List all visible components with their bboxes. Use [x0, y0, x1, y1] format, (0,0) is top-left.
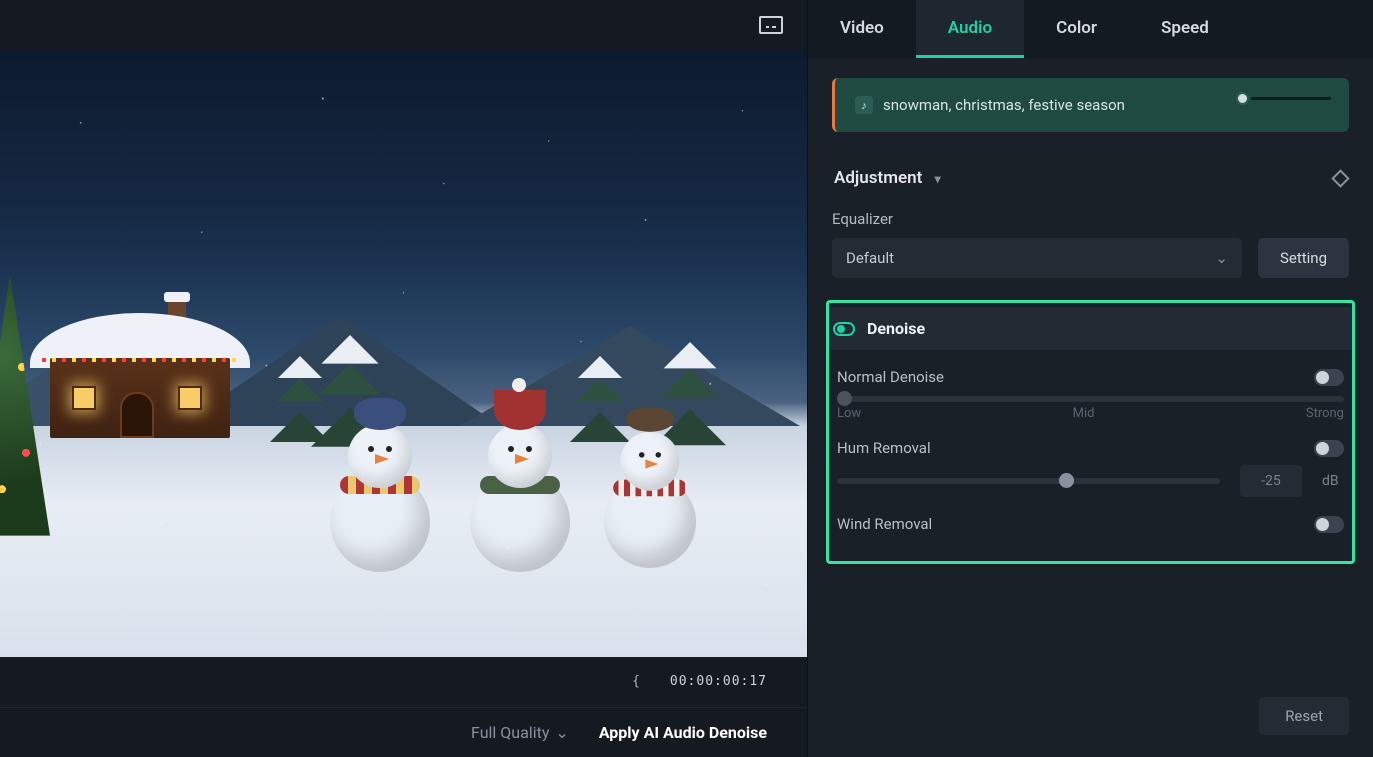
- wind-removal-toggle[interactable]: [1314, 516, 1344, 533]
- volume-knob-icon[interactable]: [1236, 92, 1249, 105]
- slider-label-strong: Strong: [1306, 406, 1344, 421]
- apply-denoise-caption: Apply AI Audio Denoise: [599, 723, 767, 742]
- tab-color[interactable]: Color: [1024, 0, 1129, 58]
- preview-topbar: [0, 0, 807, 50]
- denoise-section: Denoise Normal Denoise Low Mid Strong Hu…: [826, 300, 1355, 564]
- chevron-down-icon: ▾: [935, 172, 941, 186]
- inspector-tabs: Video Audio Color Speed: [808, 0, 1373, 58]
- adjustment-section-header[interactable]: Adjustment ▾: [832, 152, 1349, 204]
- equalizer-select[interactable]: Default ⌄: [832, 238, 1242, 278]
- tab-video[interactable]: Video: [808, 0, 916, 58]
- adjustment-title: Adjustment: [834, 168, 922, 188]
- denoise-header[interactable]: Denoise: [829, 307, 1352, 350]
- slider-label-low: Low: [837, 406, 861, 421]
- hum-removal-slider[interactable]: [837, 478, 1220, 484]
- equalizer-setting-button[interactable]: Setting: [1258, 238, 1349, 278]
- hum-removal-label: Hum Removal: [837, 439, 931, 457]
- quality-dropdown[interactable]: Full Quality ⌄: [471, 723, 569, 742]
- preview-viewport[interactable]: [0, 50, 807, 657]
- inspector-panel: Video Audio Color Speed ♪ snowman, chris…: [807, 0, 1373, 757]
- normal-denoise-slider[interactable]: [837, 396, 1344, 402]
- volume-track[interactable]: [1251, 97, 1331, 100]
- reset-button[interactable]: Reset: [1259, 697, 1349, 735]
- chevron-down-icon: ⌄: [1215, 249, 1228, 267]
- audio-track-card[interactable]: ♪ snowman, christmas, festive season: [832, 78, 1349, 132]
- preview-controls: { 00:00:00:17 Full Quality ⌄ Apply AI Au…: [0, 657, 807, 757]
- quality-label: Full Quality: [471, 723, 549, 742]
- inspector-footer: Reset: [808, 675, 1373, 757]
- slider-label-mid: Mid: [1073, 406, 1095, 421]
- equalizer-label: Equalizer: [832, 210, 1349, 228]
- hum-removal-value[interactable]: -25: [1240, 465, 1302, 497]
- scene-snowfall: [0, 50, 807, 657]
- hum-removal-unit: dB: [1322, 473, 1344, 489]
- tab-audio[interactable]: Audio: [916, 0, 1024, 58]
- timecode-display: 00:00:00:17: [670, 674, 767, 689]
- keyframe-diamond-icon[interactable]: [1331, 169, 1349, 187]
- normal-denoise-label: Normal Denoise: [837, 368, 944, 386]
- tab-speed[interactable]: Speed: [1129, 0, 1241, 58]
- scopes-icon[interactable]: [759, 16, 783, 34]
- preview-pane: { 00:00:00:17 Full Quality ⌄ Apply AI Au…: [0, 0, 807, 757]
- normal-denoise-slider-labels: Low Mid Strong: [837, 406, 1344, 421]
- chevron-down-icon: ⌄: [555, 723, 568, 742]
- normal-denoise-toggle[interactable]: [1314, 369, 1344, 386]
- mark-in-icon[interactable]: {: [632, 674, 640, 689]
- track-volume-slider[interactable]: [1236, 92, 1331, 105]
- denoise-title: Denoise: [867, 319, 925, 338]
- track-name: snowman, christmas, festive season: [883, 96, 1125, 114]
- denoise-enable-toggle[interactable]: [833, 322, 855, 336]
- wind-removal-label: Wind Removal: [837, 515, 932, 533]
- music-icon: ♪: [855, 96, 873, 114]
- inspector-body: ♪ snowman, christmas, festive season Adj…: [808, 58, 1373, 675]
- equalizer-value: Default: [846, 249, 894, 267]
- hum-removal-toggle[interactable]: [1314, 440, 1344, 457]
